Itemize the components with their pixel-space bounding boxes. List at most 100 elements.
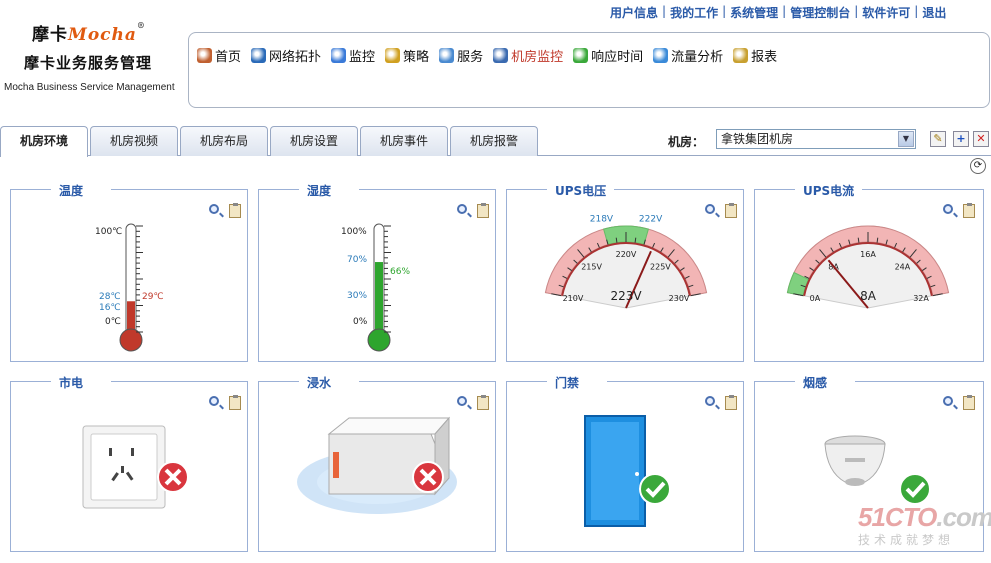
datacenter-monitor-icon <box>493 48 509 63</box>
delete-button[interactable]: ✕ <box>973 131 989 147</box>
panel-mains-power: 市电 <box>10 374 248 552</box>
gauge-tick-label: 16A <box>860 250 876 259</box>
panel-title: 烟感 <box>795 374 855 391</box>
temp-high-label: 28℃ <box>99 292 121 302</box>
humidity-level <box>375 262 383 340</box>
gauge-readout: 8A <box>860 289 877 303</box>
top-link[interactable]: 退出 <box>922 4 946 21</box>
main-nav: 首页 网络拓扑 监控 策略 服务 机房监控 响应时间 流量分析 报表 <box>197 46 787 65</box>
clipboard-icon[interactable] <box>229 203 241 218</box>
watermark-domain: .com <box>936 502 991 532</box>
zoom-icon[interactable] <box>457 396 467 406</box>
gauge-tick-label: 24A <box>895 262 911 271</box>
zoom-icon[interactable] <box>943 204 953 214</box>
humidity-max-label: 100% <box>341 227 367 237</box>
top-link[interactable]: 我的工作 <box>670 4 718 21</box>
clipboard-icon[interactable] <box>725 395 737 410</box>
nav-item-label: 服务 <box>457 50 484 65</box>
room-label: 机房： <box>668 135 705 149</box>
service-icon <box>439 48 455 63</box>
top-links: 用户信息 | 我的工作 | 系统管理 | 管理控制台 | 软件许可 | 退出 <box>610 4 946 21</box>
edit-button[interactable]: ✎ <box>930 131 946 147</box>
top-link[interactable]: 用户信息 <box>610 4 658 21</box>
clipboard-icon[interactable] <box>477 203 489 218</box>
ups-current-gauge: 0A8A16A24A32A8A <box>786 225 950 309</box>
nav-item-label: 策略 <box>403 50 430 65</box>
zoom-icon[interactable] <box>457 204 467 214</box>
humidity-high-label: 70% <box>347 255 367 265</box>
tab[interactable]: 机房环境 <box>0 126 88 157</box>
nav-item[interactable]: 响应时间 <box>573 46 643 65</box>
network-topology-icon <box>251 48 267 63</box>
gauge-readout: 223V <box>610 289 642 303</box>
zoom-icon[interactable] <box>705 396 715 406</box>
tab[interactable]: 机房设置 <box>270 126 358 156</box>
top-link[interactable]: 管理控制台 <box>790 4 850 21</box>
nav-item[interactable]: 机房监控 <box>493 46 563 65</box>
top-link[interactable]: 软件许可 <box>862 4 910 21</box>
app-window: 摩卡Mocha® 摩卡业务服务管理 Mocha Business Service… <box>0 0 991 563</box>
panel-ups-voltage: UPS电压 210V 215V 220V 225V 230V 218V 222V 223V <box>506 182 744 362</box>
nav-item-label: 监控 <box>349 50 376 65</box>
zoom-icon[interactable] <box>943 396 953 406</box>
power-outlet-icon <box>82 425 166 509</box>
link-separator: | <box>854 4 859 18</box>
gauge-tick-label: 210V <box>563 294 584 303</box>
gauge-tick-label: 0A <box>810 294 821 303</box>
clipboard-icon[interactable] <box>963 395 975 410</box>
link-separator: | <box>782 4 787 18</box>
add-button[interactable]: + <box>953 131 969 147</box>
nav-item[interactable]: 首页 <box>197 46 241 65</box>
traffic-analysis-icon <box>653 48 669 63</box>
clipboard-icon[interactable] <box>477 395 489 410</box>
tab[interactable]: 机房事件 <box>360 126 448 156</box>
gauge-tick-label: 215V <box>581 262 602 271</box>
clipboard-icon[interactable] <box>229 395 241 410</box>
brand-logo-en: Mocha <box>68 25 137 45</box>
panel-title: UPS电流 <box>795 182 863 199</box>
panel-water-leak: 浸水 <box>258 374 496 552</box>
nav-item[interactable]: 策略 <box>385 46 429 65</box>
gauge-tick <box>857 237 860 243</box>
policy-icon <box>385 48 401 63</box>
product-subtitle: Mocha Business Service Management <box>4 82 175 93</box>
report-icon <box>733 48 749 63</box>
tab[interactable]: 机房视频 <box>90 126 178 156</box>
nav-item[interactable]: 监控 <box>331 46 375 65</box>
temperature-gauge: 100℃ 0℃ 28℃ 16℃ 29℃ <box>95 223 164 352</box>
home-icon <box>197 48 212 63</box>
tab[interactable]: 机房报警 <box>450 126 538 156</box>
registered-mark: ® <box>136 20 146 30</box>
logo: 摩卡Mocha® 摩卡业务服务管理 Mocha Business Service… <box>4 12 184 102</box>
brand-logo: 摩卡Mocha® <box>32 20 146 45</box>
temp-low-label: 16℃ <box>99 303 121 313</box>
ups-voltage-gauge: 210V 215V 220V 225V 230V 218V 222V 223V <box>544 214 708 309</box>
zoom-icon[interactable] <box>209 204 219 214</box>
zoom-icon[interactable] <box>209 396 219 406</box>
top-link[interactable]: 系统管理 <box>730 4 778 21</box>
nav-item-label: 流量分析 <box>671 50 724 65</box>
humidity-min-label: 0% <box>353 317 368 327</box>
water-leak-icon <box>297 416 457 514</box>
brand-logo-cn: 摩卡 <box>32 25 68 45</box>
nav-item[interactable]: 服务 <box>439 46 483 65</box>
chevron-down-icon[interactable]: ▼ <box>898 131 914 147</box>
refresh-icon[interactable]: ⟳ <box>970 158 986 174</box>
zoom-icon[interactable] <box>705 204 715 214</box>
gauge-tick-label: 32A <box>913 294 929 303</box>
tab[interactable]: 机房布局 <box>180 126 268 156</box>
product-title: 摩卡业务服务管理 <box>24 54 153 72</box>
clipboard-icon[interactable] <box>963 203 975 218</box>
clipboard-icon[interactable] <box>725 203 737 218</box>
nav-item[interactable]: 流量分析 <box>653 46 723 65</box>
panel-title: 门禁 <box>547 374 607 391</box>
panel-title: 浸水 <box>299 374 359 391</box>
room-select[interactable]: 拿铁集团机房 ▼ <box>716 129 916 149</box>
gauge-band-label: 222V <box>639 214 663 224</box>
gauge-tick-label: 225V <box>650 262 671 271</box>
humidity-low-label: 30% <box>347 291 367 301</box>
nav-item[interactable]: 网络拓扑 <box>251 46 321 65</box>
nav-item[interactable]: 报表 <box>733 46 777 65</box>
nav-box: 首页 网络拓扑 监控 策略 服务 机房监控 响应时间 流量分析 报表 <box>188 32 990 108</box>
room-select-value: 拿铁集团机房 <box>721 132 794 146</box>
